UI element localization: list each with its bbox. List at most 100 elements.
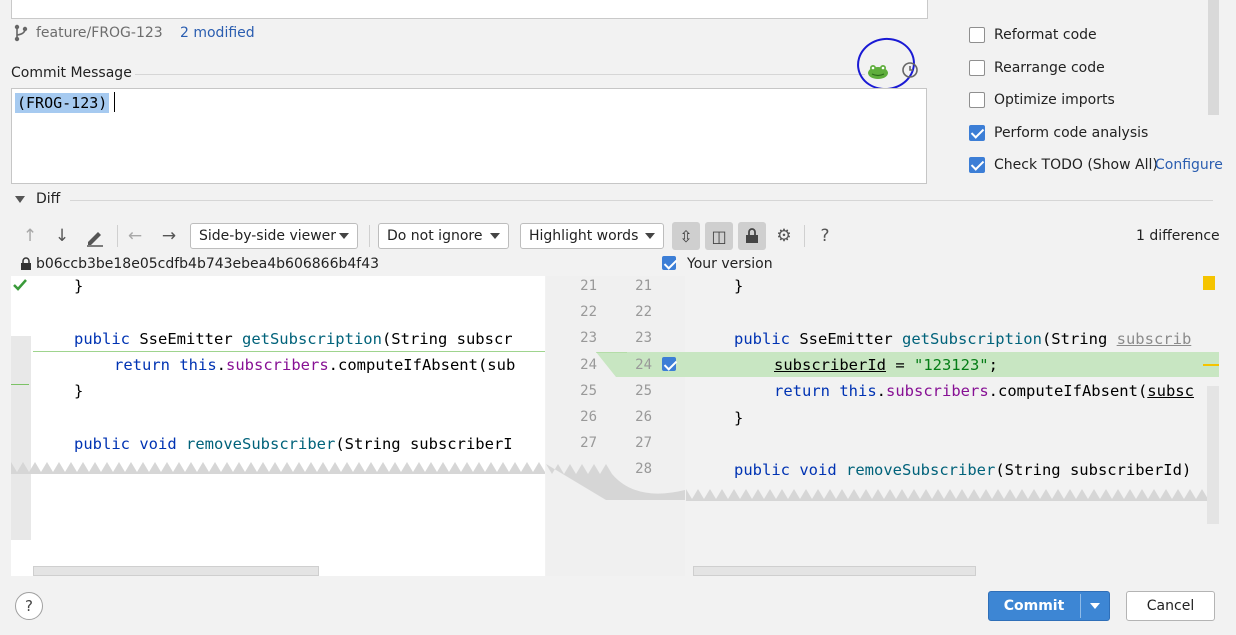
left-editor[interactable]: } public SseEmitter getSubscription(Stri… — [11, 276, 545, 576]
chevron-down-icon[interactable] — [1090, 603, 1100, 609]
lock-icon — [21, 257, 31, 270]
left-gutter — [11, 336, 31, 540]
folded-region-zigzag — [11, 462, 545, 474]
right-version-label: Your version — [687, 256, 773, 272]
sync-scroll-icon[interactable]: ◫ — [705, 222, 733, 250]
option-label: Check TODO (Show All) — [994, 157, 1158, 173]
code-line: } — [74, 277, 84, 295]
code-line: public void removeSubscriber(String subs… — [74, 435, 513, 453]
chevron-down-icon — [645, 233, 655, 239]
modified-count-link[interactable]: 2 modified — [180, 25, 255, 41]
left-line-number: 22 — [580, 304, 597, 321]
right-line-number: 21 — [635, 278, 652, 294]
separator — [369, 225, 370, 247]
text-caret — [114, 92, 115, 112]
right-line-number: 28 — [635, 461, 652, 478]
right-editor[interactable]: } public SseEmitter getSubscription(Stri… — [686, 276, 1219, 576]
warning-marker[interactable] — [1203, 276, 1215, 290]
collapse-triangle-icon[interactable] — [15, 196, 25, 203]
commit-button[interactable]: Commit — [988, 591, 1110, 621]
commit-button-label: Commit — [1003, 598, 1065, 614]
collapse-unchanged-icon[interactable]: ⇳ — [672, 222, 700, 250]
next-file-icon[interactable]: → — [158, 225, 180, 247]
branch-icon — [14, 24, 28, 42]
commit-message-input[interactable]: (FROG-123) — [11, 88, 927, 184]
include-all-checkbox[interactable] — [662, 256, 676, 270]
folded-region-zigzag — [546, 464, 685, 500]
left-line-number: 26 — [580, 409, 597, 425]
diff-section-title: Diff — [36, 191, 61, 207]
line-number-gutter — [546, 276, 685, 576]
configure-link[interactable]: Configure — [1155, 157, 1223, 173]
option-label: Rearrange code — [994, 60, 1105, 76]
right-line-number: 24 — [635, 356, 652, 373]
right-line-number: 27 — [635, 435, 652, 452]
settings-gear-icon[interactable]: ⚙ — [773, 225, 795, 247]
separator — [117, 225, 118, 247]
edit-source-icon[interactable] — [84, 226, 106, 248]
previous-file-icon[interactable]: ← — [124, 225, 146, 247]
code-line: public void removeSubscriber(String subs… — [734, 461, 1192, 479]
option-checkbox[interactable] — [969, 157, 985, 173]
code-line: public SseEmitter getSubscription(String… — [734, 330, 1192, 348]
right-line-number: 26 — [635, 409, 652, 425]
option-checkbox[interactable] — [969, 125, 985, 141]
code-line: return this.subscribers.computeIfAbsent(… — [114, 356, 516, 374]
left-line-number: 24 — [580, 356, 597, 373]
options-scrollbar[interactable] — [1208, 0, 1219, 115]
help-button[interactable]: ? — [15, 592, 43, 620]
viewer-dropdown[interactable]: Side-by-side viewer — [190, 223, 358, 249]
history-icon[interactable] — [901, 61, 919, 79]
option-label: Perform code analysis — [994, 125, 1149, 141]
left-horizontal-scrollbar[interactable] — [33, 566, 319, 576]
accept-change-checkbox[interactable] — [662, 357, 676, 371]
code-line: } — [74, 382, 84, 400]
next-difference-icon[interactable]: ↓ — [51, 225, 73, 247]
change-marker — [11, 384, 29, 385]
changes-list-panel — [11, 0, 928, 19]
option-checkbox[interactable] — [969, 60, 985, 76]
right-vertical-scrollbar[interactable] — [1207, 386, 1219, 524]
branch-name: feature/FROG-123 — [36, 25, 163, 41]
option-label: Optimize imports — [994, 92, 1115, 108]
left-line-number: 25 — [580, 382, 597, 399]
code-line: return this.subscribers.computeIfAbsent(… — [774, 382, 1194, 400]
left-revision-hash: b06ccb3be18e05cdfb4b743ebea4b606866b4f43 — [36, 256, 380, 272]
viewer-dropdown-value: Side-by-side viewer — [199, 228, 337, 244]
separator — [70, 200, 1213, 201]
left-line-number: 23 — [580, 330, 597, 347]
commit-message-text: (FROG-123) — [15, 93, 110, 113]
option-checkbox[interactable] — [969, 27, 985, 43]
inspection-ok-icon — [13, 279, 27, 291]
ignore-dropdown[interactable]: Do not ignore — [378, 223, 509, 249]
lock-icon[interactable] — [738, 222, 766, 250]
left-line-number: 21 — [580, 278, 597, 294]
commit-message-label: Commit Message — [11, 65, 132, 81]
right-horizontal-scrollbar[interactable] — [693, 566, 976, 576]
right-line-number: 25 — [635, 382, 652, 399]
separator — [804, 225, 805, 247]
cancel-button[interactable]: Cancel — [1126, 591, 1215, 621]
folded-region-zigzag — [686, 489, 1219, 501]
ignore-dropdown-value: Do not ignore — [387, 228, 483, 244]
change-stripe-marker — [1203, 364, 1219, 366]
option-label: Reformat code — [994, 27, 1097, 43]
chevron-down-icon — [339, 233, 349, 239]
difference-count: 1 difference — [1136, 228, 1220, 244]
code-line: } — [734, 277, 744, 295]
frog-icon[interactable] — [866, 62, 890, 80]
option-checkbox[interactable] — [969, 92, 985, 108]
code-line: subscriberId = "123123"; — [774, 356, 998, 374]
code-line: } — [734, 409, 744, 427]
change-marker-line — [33, 351, 545, 352]
right-line-number: 23 — [635, 330, 652, 347]
separator — [135, 74, 865, 75]
separator — [1080, 594, 1081, 618]
highlight-dropdown-value: Highlight words — [529, 228, 639, 244]
help-icon[interactable]: ? — [814, 225, 836, 247]
right-line-number: 22 — [635, 304, 652, 321]
left-line-number: 27 — [580, 435, 597, 452]
previous-difference-icon[interactable]: ↑ — [19, 225, 41, 247]
highlight-dropdown[interactable]: Highlight words — [520, 223, 664, 249]
chevron-down-icon — [490, 233, 500, 239]
